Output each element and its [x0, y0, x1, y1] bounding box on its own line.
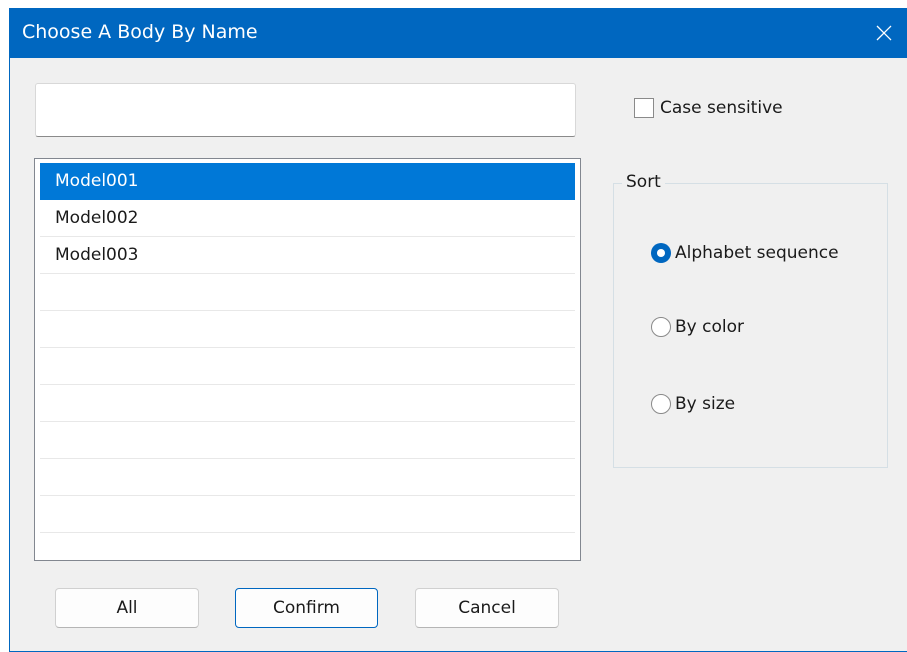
- case-sensitive-label: Case sensitive: [660, 98, 783, 118]
- sort-option-label: By color: [675, 317, 744, 337]
- name-search-input[interactable]: [35, 83, 576, 137]
- title-bar[interactable]: Choose A Body By Name: [10, 8, 907, 58]
- case-sensitive-checkbox[interactable]: [634, 98, 654, 118]
- list-item[interactable]: Model002: [40, 200, 575, 237]
- list-item[interactable]: Model001: [40, 163, 575, 200]
- close-icon: [876, 25, 892, 41]
- case-sensitive-option[interactable]: Case sensitive: [634, 98, 783, 118]
- body-listbox[interactable]: Model001 Model002 Model003: [34, 158, 581, 561]
- empty-list-row: [40, 385, 575, 422]
- sort-option-alphabet[interactable]: Alphabet sequence: [651, 243, 839, 263]
- empty-list-row: [40, 459, 575, 496]
- sort-option-label: By size: [675, 394, 736, 414]
- sort-option-color[interactable]: By color: [651, 317, 744, 337]
- dialog-title: Choose A Body By Name: [22, 21, 258, 43]
- sort-option-size[interactable]: By size: [651, 394, 735, 414]
- empty-list-row: [40, 274, 575, 311]
- list-item-label: Model001: [55, 171, 139, 191]
- empty-list-row: [40, 496, 575, 533]
- list-item-label: Model002: [55, 208, 139, 228]
- color-radio[interactable]: [651, 317, 671, 337]
- confirm-button[interactable]: Confirm: [235, 588, 378, 628]
- sort-group-title: Sort: [622, 172, 665, 192]
- empty-list-row: [40, 311, 575, 348]
- empty-list-row: [40, 422, 575, 459]
- close-button[interactable]: [861, 8, 907, 58]
- list-item[interactable]: Model003: [40, 237, 575, 274]
- cancel-button[interactable]: Cancel: [415, 588, 559, 628]
- list-item-label: Model003: [55, 245, 139, 265]
- empty-list-row: [40, 348, 575, 385]
- all-button[interactable]: All: [55, 588, 199, 628]
- sort-option-label: Alphabet sequence: [675, 243, 839, 263]
- dialog-window: Choose A Body By Name Model001 Model002 …: [9, 8, 907, 652]
- size-radio[interactable]: [651, 394, 671, 414]
- alphabet-radio[interactable]: [651, 243, 671, 263]
